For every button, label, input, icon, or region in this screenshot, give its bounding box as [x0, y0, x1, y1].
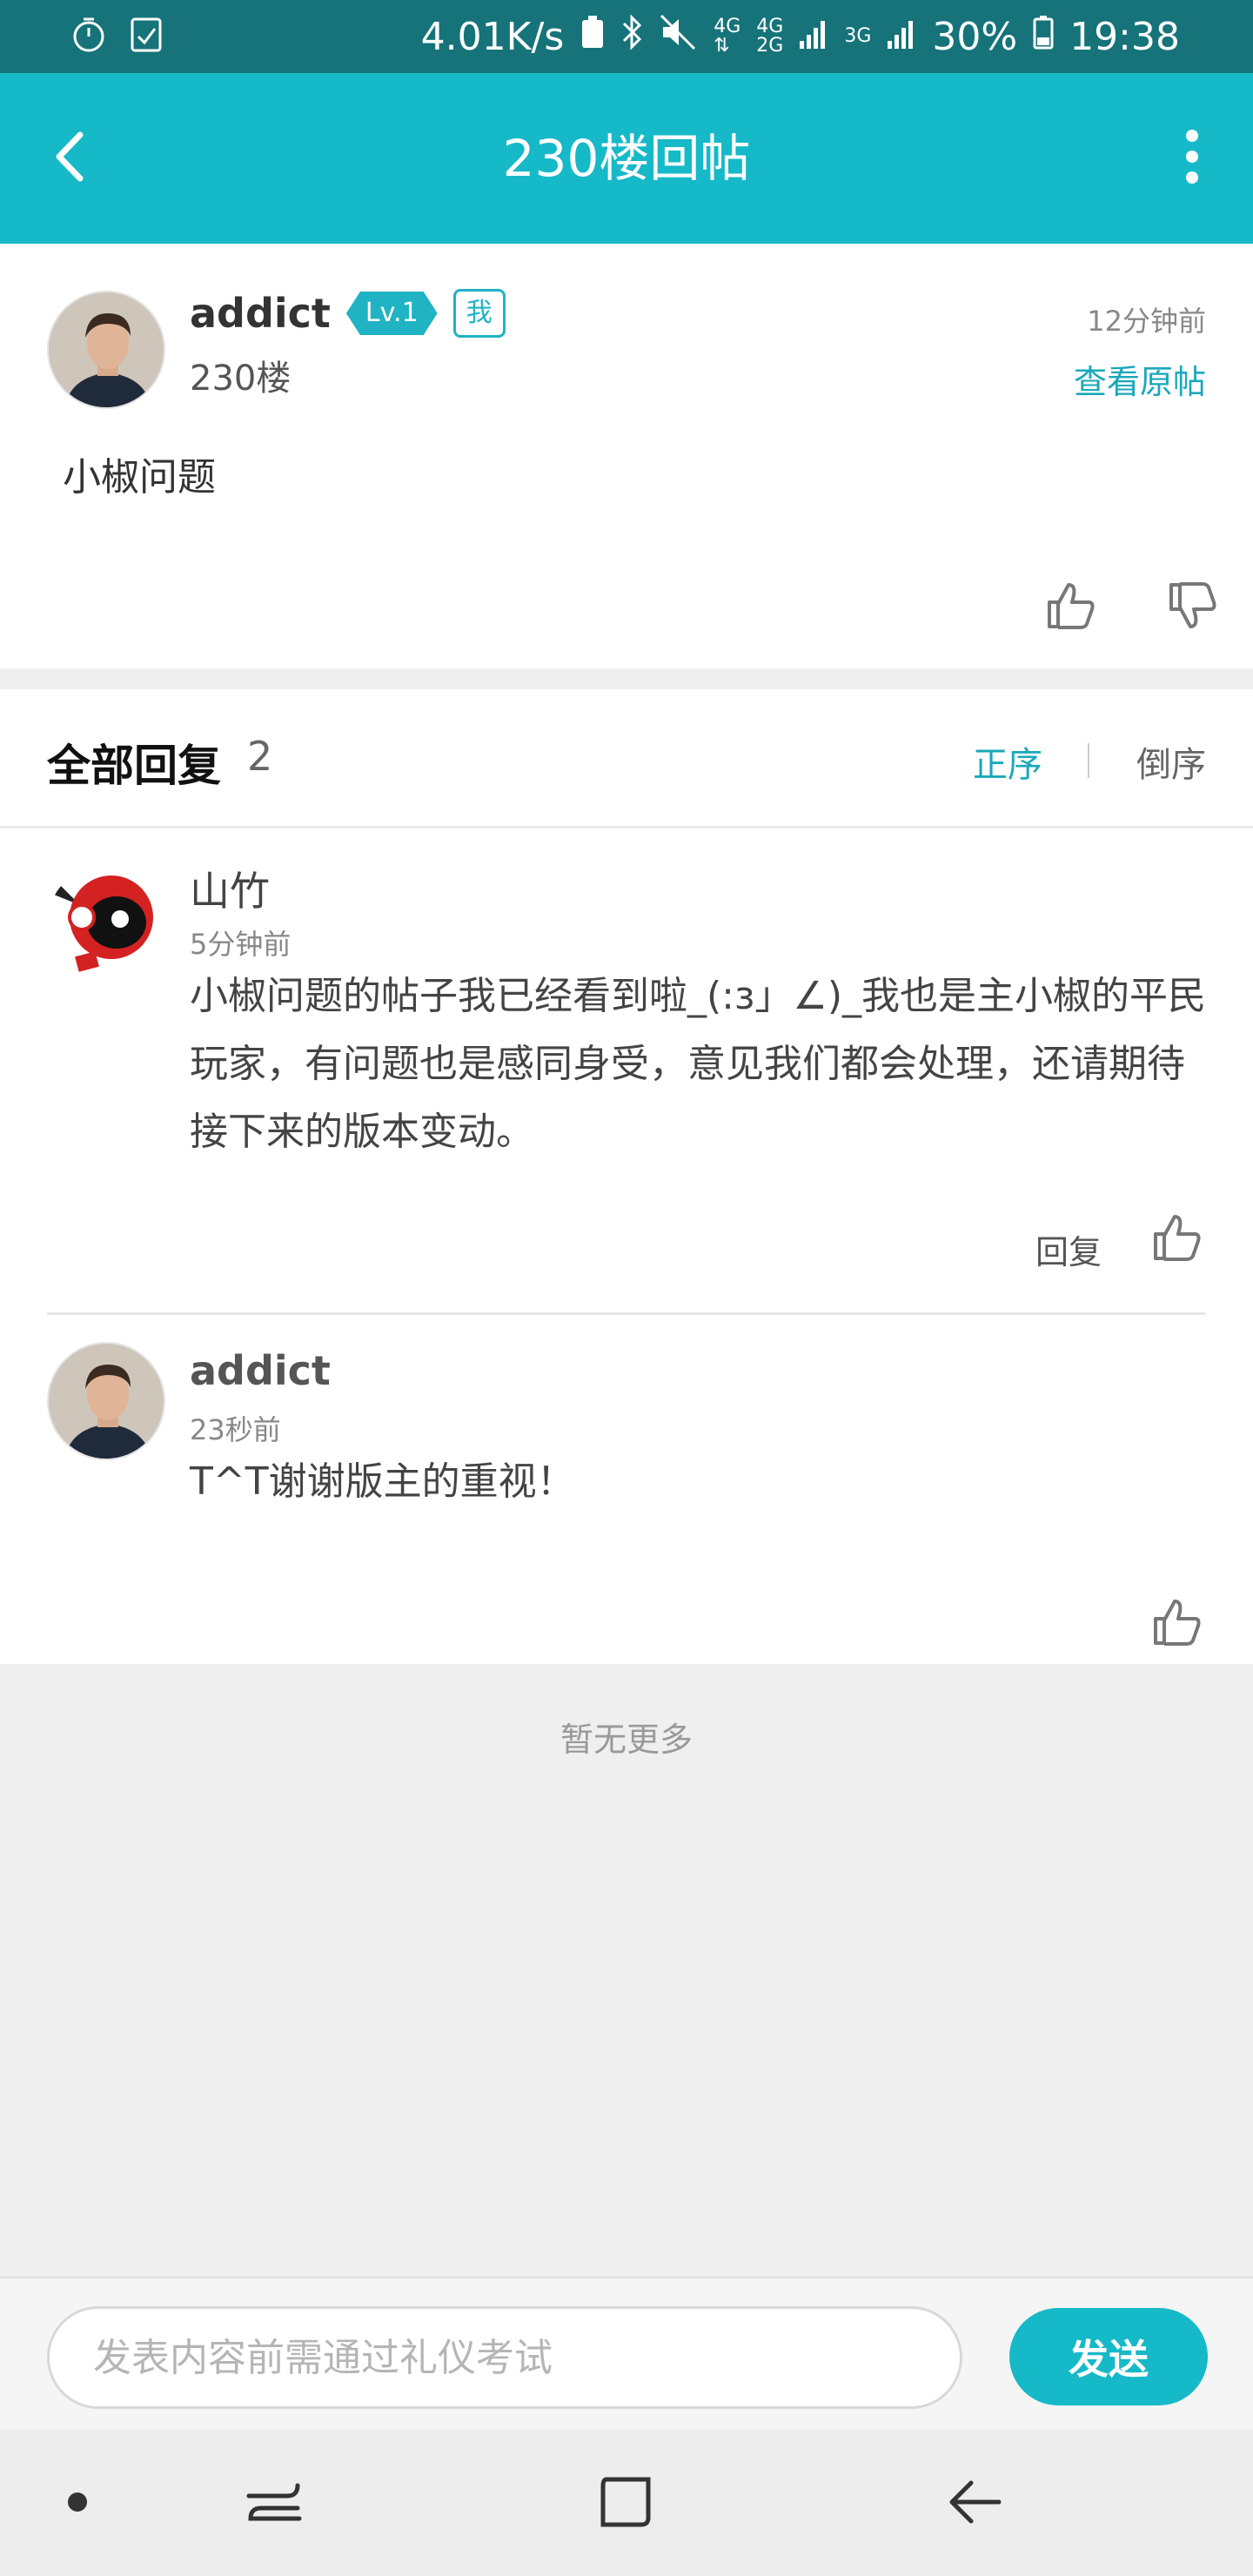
composer-bar: 发送	[0, 2277, 1253, 2430]
signal-icon-2	[887, 15, 916, 59]
battery-percent: 30%	[932, 14, 1018, 59]
avatar[interactable]	[47, 865, 165, 983]
send-button[interactable]: 发送	[1009, 2308, 1208, 2405]
me-badge: 我	[452, 289, 506, 338]
no-more-label: 暂无更多	[559, 1721, 693, 1759]
recent-apps-button[interactable]	[226, 2456, 322, 2552]
back-arrow-icon	[945, 2474, 1006, 2533]
floor-number: 230楼	[190, 359, 291, 399]
network-type-b: 4G 2G	[756, 16, 784, 57]
mute-icon	[660, 14, 698, 60]
network-type-a: 4G ⇅	[714, 16, 741, 57]
reply-button[interactable]: 回复	[1035, 1225, 1102, 1273]
battery-icon	[1033, 15, 1054, 59]
reply-body: T^T谢谢版主的重视！	[190, 1459, 575, 1504]
sort-descending-tab[interactable]: 倒序	[1136, 736, 1206, 787]
reply-item: 山竹 5分钟前 小椒问题的帖子我已经看到啦_(:з」∠)_我也是主小椒的平民玩家…	[0, 828, 1253, 1271]
bluetooth-icon	[621, 13, 644, 60]
replies-section: 全部回复 2 正序 倒序 山竹 5分钟前 小椒问题的帖子我已经看到啦_(:з」∠…	[0, 689, 1253, 1664]
timer-icon	[70, 16, 108, 57]
post-time: 12分钟前	[1087, 305, 1206, 338]
clock: 19:38	[1069, 14, 1180, 59]
more-vertical-icon	[1183, 128, 1201, 189]
avatar[interactable]	[47, 291, 165, 409]
recent-apps-icon	[244, 2472, 305, 2536]
dislike-button[interactable]	[1161, 576, 1223, 639]
more-options-button[interactable]	[1157, 120, 1227, 197]
status-bar: 4.01K/s 4G ⇅ 4G 2G 3G 30% 19:38	[0, 0, 1253, 73]
like-button[interactable]	[1145, 1208, 1208, 1271]
system-nav-bar	[0, 2430, 1253, 2576]
network-type-c: 3G	[844, 25, 872, 47]
replies-header: 全部回复 2 正序 倒序	[0, 689, 1253, 828]
post-author: addict Lv.1 我	[190, 289, 506, 338]
level-badge: Lv.1	[346, 292, 438, 335]
nav-dot-button[interactable]	[30, 2456, 125, 2552]
home-button[interactable]	[578, 2456, 673, 2552]
view-original-link[interactable]: 查看原帖	[1074, 355, 1206, 403]
like-button[interactable]	[1145, 1593, 1208, 1655]
divider	[47, 1312, 1206, 1315]
replies-title: 全部回复	[47, 741, 221, 791]
back-nav-button[interactable]	[928, 2456, 1023, 2552]
thumbs-up-icon	[1150, 1596, 1203, 1652]
page-title: 230楼回帖	[502, 129, 751, 188]
avatar[interactable]	[47, 1342, 165, 1460]
recycle-icon	[580, 15, 606, 59]
sort-ascending-tab[interactable]: 正序	[973, 736, 1042, 787]
app-header: 230楼回帖	[0, 73, 1253, 244]
author-name[interactable]: addict	[190, 290, 331, 337]
post-card: addict Lv.1 我 230楼 12分钟前 查看原帖 小椒问题	[0, 244, 1253, 668]
network-speed: 4.01K/s	[420, 14, 565, 59]
dot-icon	[67, 2492, 88, 2516]
replies-count: 2	[247, 733, 273, 780]
reply-author[interactable]: 山竹	[190, 860, 270, 917]
signal-icon	[799, 15, 828, 59]
thumbs-up-icon	[1044, 580, 1096, 635]
reply-body: 小椒问题的帖子我已经看到啦_(:з」∠)_我也是主小椒的平民玩家，有问题也是感同…	[190, 974, 1206, 1154]
reply-time: 5分钟前	[190, 928, 291, 961]
home-icon	[598, 2474, 653, 2533]
reply-item: addict 23秒前 T^T谢谢版主的重视！	[0, 1316, 1253, 1660]
post-body: 小椒问题	[63, 455, 216, 500]
checklist-icon	[129, 16, 164, 57]
reply-time: 23秒前	[190, 1413, 281, 1446]
thumbs-up-icon	[1150, 1211, 1203, 1267]
comment-input[interactable]	[47, 2306, 962, 2409]
reply-author[interactable]: addict	[190, 1347, 331, 1394]
like-button[interactable]	[1039, 576, 1102, 639]
sort-divider	[1088, 743, 1089, 778]
thumbs-down-icon	[1166, 580, 1218, 635]
